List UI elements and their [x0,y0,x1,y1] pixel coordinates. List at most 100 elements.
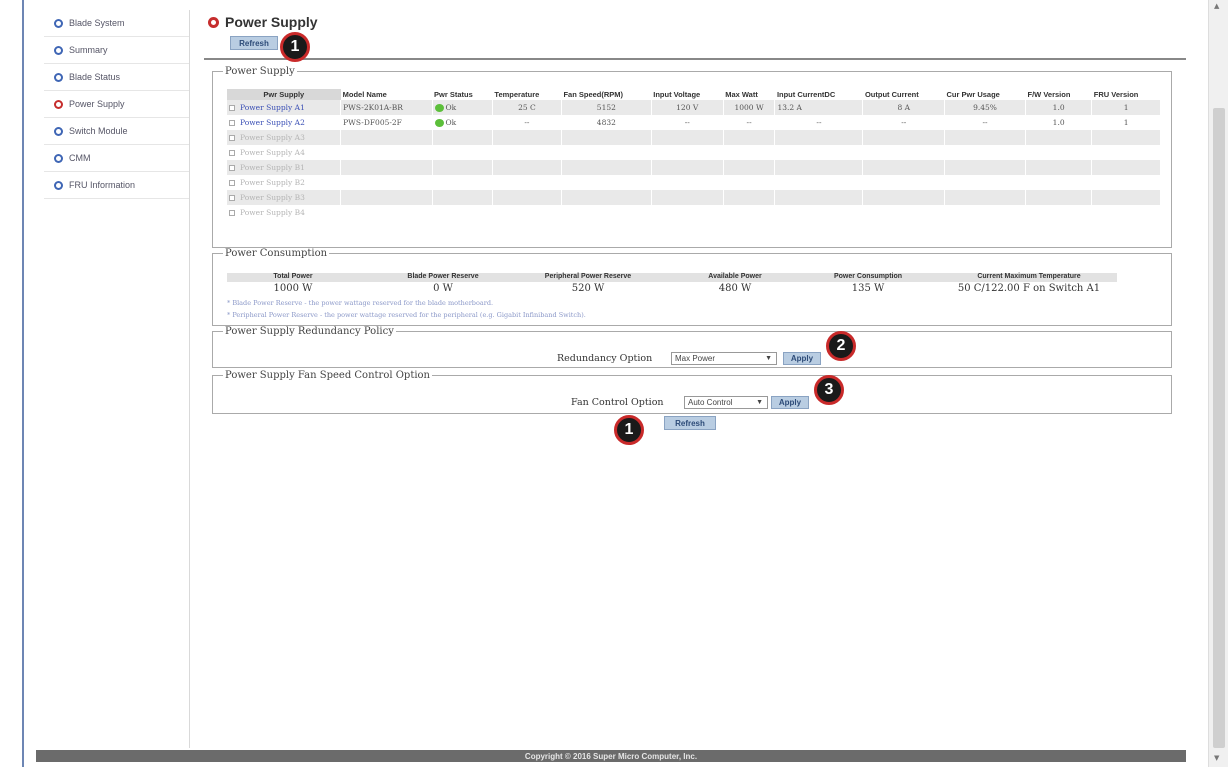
redundancy-select-value: Max Power [675,354,716,363]
model-cell: PWS-DF005-2F [340,115,433,130]
copyright-footer: Copyright © 2016 Super Micro Computer, I… [36,750,1186,762]
fan-control-apply-button[interactable]: Apply [771,396,809,409]
table-row: Power Supply B3 [227,190,1161,205]
value-total-power: 1000 W [273,283,313,294]
table-row: Power Supply A3 [227,130,1161,145]
redundancy-select[interactable]: Max Power ▼ [671,352,777,365]
sidebar-item-cmm[interactable]: CMM [44,145,189,172]
power-supply-name: Power Supply B4 [240,208,305,217]
input-current-cell: -- [774,115,864,130]
col-fru-version: FRU Version [1093,90,1139,99]
callout-marker-1-top: 1 [280,32,310,62]
col-model-name: Model Name [342,90,387,99]
usage-cell: -- [944,115,1026,130]
table-row: Power Supply A2 PWS-DF005-2F Ok -- 4832 … [227,115,1161,130]
fw-cell: 1.0 [1025,115,1093,130]
status-cell: Ok [445,103,457,112]
input-current-cell: 13.2 A [774,100,864,115]
row-checkbox [229,210,235,216]
input-voltage-cell: 120 V [651,100,724,115]
scroll-down-icon[interactable]: ▼ [1214,754,1219,762]
power-supply-name: Power Supply B1 [240,163,305,172]
sidebar-item-blade-status[interactable]: Blade Status [44,64,189,91]
col-temperature: Temperature [494,90,540,99]
sidebar-item-label: Summary [69,45,108,55]
fan-cell: 4832 [561,115,652,130]
table-row: Power Supply A4 [227,145,1161,160]
value-peripheral-power-reserve: 520 W [571,283,605,294]
col-fan-speed: Fan Speed(RPM) [563,90,624,99]
max-watt-cell: 1000 W [723,100,776,115]
redundancy-apply-button[interactable]: Apply [783,352,821,365]
row-checkbox [229,165,235,171]
col-cur-pwr-usage: Cur Pwr Usage [946,90,1000,99]
col-max-watt: Max Watt [725,90,758,99]
sidebar-item-switch-module[interactable]: Switch Module [44,118,189,145]
row-checkbox[interactable] [229,105,235,111]
model-cell: PWS-2K01A-BR [340,100,433,115]
summary-icon [54,45,63,55]
fan-control-select[interactable]: Auto Control ▼ [684,396,768,409]
fan-cell: 5152 [561,100,652,115]
refresh-button-top[interactable]: Refresh [230,36,278,50]
sidebar-item-summary[interactable]: Summary [44,37,189,64]
scroll-thumb[interactable] [1213,108,1225,748]
callout-marker-2: 2 [826,331,856,361]
callout-marker-1-bottom: 1 [614,415,644,445]
sidebar-item-label: Switch Module [69,126,128,136]
row-checkbox [229,150,235,156]
header-blade-power-reserve: Blade Power Reserve [407,273,479,280]
sidebar-item-label: CMM [69,153,91,163]
power-consumption-section: Power Consumption Total Power Blade Powe… [212,248,1172,326]
output-current-cell: -- [862,115,945,130]
status-ok-icon [434,119,444,127]
col-input-voltage: Input Voltage [653,90,701,99]
vertical-scrollbar[interactable]: ▲ ▼ [1208,0,1228,767]
header-power-consumption: Power Consumption [833,273,903,280]
col-pwr-status: Pwr Status [434,90,473,99]
row-checkbox [229,195,235,201]
power-supply-link[interactable]: Power Supply A1 [240,103,305,112]
header-current-max-temperature: Current Maximum Temperature [977,273,1081,280]
power-supply-name: Power Supply A4 [240,148,305,157]
callout-marker-3: 3 [814,375,844,405]
fru-cell: 1 [1091,115,1161,130]
power-supply-link[interactable]: Power Supply A2 [240,118,305,127]
value-current-max-temperature: 50 C/122.00 F on Switch A1 [957,283,1101,294]
col-output-current: Output Current [864,90,919,99]
power-supply-icon [208,16,219,28]
power-supply-name: Power Supply A3 [240,133,305,142]
row-checkbox[interactable] [229,120,235,126]
fru-cell: 1 [1091,100,1161,115]
fan-control-section: Power Supply Fan Speed Control Option Fa… [212,370,1172,414]
left-border [22,0,24,767]
table-row: Power Supply B4 [227,205,1161,220]
scroll-up-icon[interactable]: ▲ [1214,2,1219,10]
power-supply-name: Power Supply B3 [240,193,305,202]
fan-control-select-value: Auto Control [688,398,733,407]
sidebar-item-fru-information[interactable]: FRU Information [44,172,189,199]
table-row: Power Supply B2 [227,175,1161,190]
sidebar-item-label: FRU Information [69,180,136,190]
fru-information-icon [54,180,63,190]
page-title-text: Power Supply [225,14,318,30]
col-pwr-supply: Pwr Supply [227,89,341,100]
left-margin [0,0,22,767]
fan-control-legend: Power Supply Fan Speed Control Option [225,370,430,381]
power-supply-legend: Power Supply [225,66,295,77]
switch-module-icon [54,126,63,136]
sidebar-item-label: Blade Status [69,72,121,82]
sidebar-item-blade-system[interactable]: Blade System [44,10,189,37]
header-total-power: Total Power [273,273,313,280]
value-power-consumption: 135 W [851,283,885,294]
sidebar-item-label: Power Supply [69,99,125,109]
status-ok-icon [434,104,444,112]
col-fw-version: F/W Version [1027,90,1071,99]
status-cell: Ok [445,118,457,127]
refresh-button-bottom[interactable]: Refresh [664,416,716,430]
power-consumption-legend: Power Consumption [225,248,328,259]
col-input-current: Input CurrentDC [776,90,836,99]
sidebar-item-power-supply[interactable]: Power Supply [44,91,189,118]
temp-cell: -- [492,115,562,130]
table-row: Power Supply B1 [227,160,1161,175]
